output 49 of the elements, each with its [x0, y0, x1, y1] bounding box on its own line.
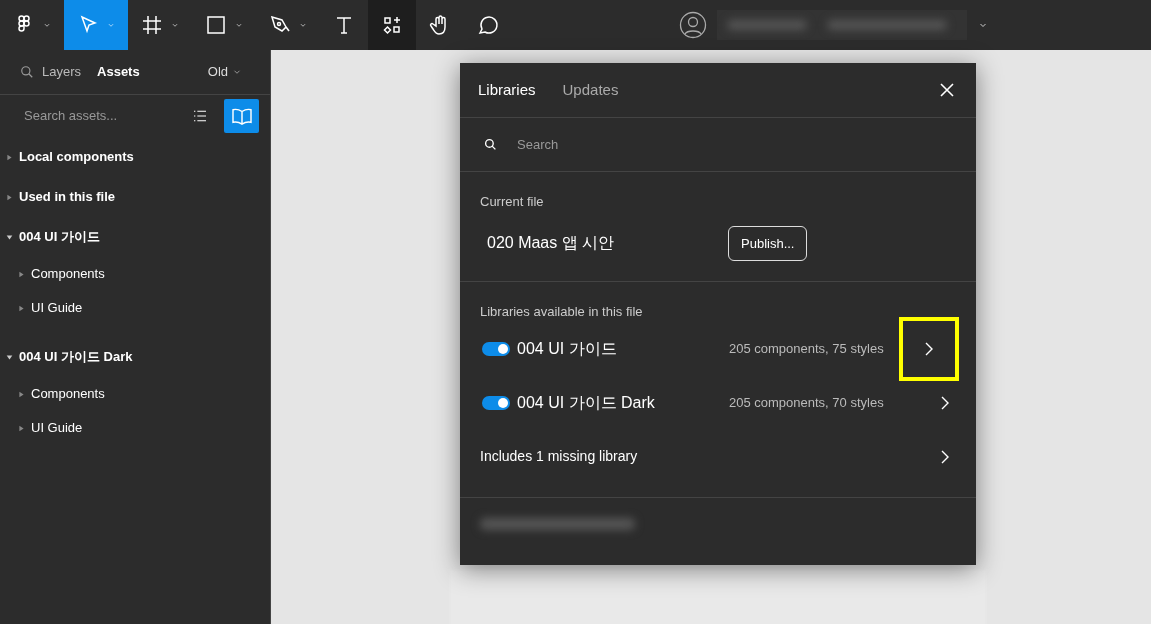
section-title[interactable]: Used in this file	[19, 187, 116, 207]
dialog-tab[interactable]: Updates	[562, 78, 619, 102]
close-icon[interactable]	[940, 83, 954, 97]
collapsed-triangle-icon[interactable]	[6, 193, 13, 201]
panel-tab[interactable]: Assets	[89, 62, 148, 82]
section-title[interactable]: Local components	[19, 147, 134, 167]
file-name: 020 Maas 앱 시안	[487, 233, 616, 254]
search-field[interactable]: Search assets...	[22, 105, 182, 127]
chevron-right-icon	[941, 395, 949, 410]
section-heading: Libraries available in this file	[480, 303, 643, 321]
arrow-button[interactable]	[899, 316, 959, 381]
dialog-tab[interactable]: Libraries	[478, 78, 536, 102]
expanded-triangle-icon[interactable]	[6, 233, 13, 241]
list-view-icon[interactable]	[192, 108, 208, 124]
collapsed-triangle-icon[interactable]	[6, 153, 13, 161]
chevron-right-icon	[941, 449, 949, 464]
chevron-right-icon	[925, 341, 933, 356]
panel-tab[interactable]: Layers	[34, 62, 90, 82]
group-name[interactable]: Components	[31, 384, 105, 404]
components-tool[interactable]	[368, 0, 416, 50]
missing-library-label[interactable]: Includes 1 missing library	[480, 446, 638, 467]
avatar-icon[interactable]	[679, 11, 707, 39]
search-icon[interactable]	[20, 65, 34, 79]
version-dropdown[interactable]: Old	[199, 62, 250, 82]
section-title[interactable]: 004 UI 가이드	[19, 227, 100, 247]
search-field[interactable]: Search	[515, 133, 675, 156]
toggle-switch[interactable]	[482, 341, 510, 356]
group-name[interactable]: Components	[31, 264, 105, 284]
group-name[interactable]: UI Guide	[31, 298, 83, 318]
book-icon	[230, 107, 253, 125]
section-title[interactable]: 004 UI 가이드 Dark	[19, 347, 133, 367]
library-name: 004 UI 가이드	[517, 338, 618, 359]
collapsed-triangle-icon[interactable]	[18, 304, 25, 312]
library-stats: 205 components, 70 styles	[729, 393, 884, 412]
frame-icon	[140, 13, 164, 37]
expanded-triangle-icon[interactable]	[6, 353, 13, 361]
search-icon	[484, 138, 497, 151]
rectangle-icon	[204, 13, 228, 37]
collapsed-triangle-icon[interactable]	[18, 424, 25, 432]
library-stats: 205 components, 75 styles	[729, 339, 884, 358]
group-name[interactable]: UI Guide	[31, 418, 83, 438]
section-heading: Current file	[480, 193, 544, 211]
comment-icon	[476, 13, 500, 37]
publish-button[interactable]: Publish...	[728, 225, 808, 261]
toggle-switch[interactable]	[482, 395, 510, 410]
library-button[interactable]	[224, 99, 259, 133]
collapsed-triangle-icon[interactable]	[18, 270, 25, 278]
library-name: 004 UI 가이드 Dark	[517, 392, 656, 413]
collapsed-triangle-icon[interactable]	[18, 390, 25, 398]
